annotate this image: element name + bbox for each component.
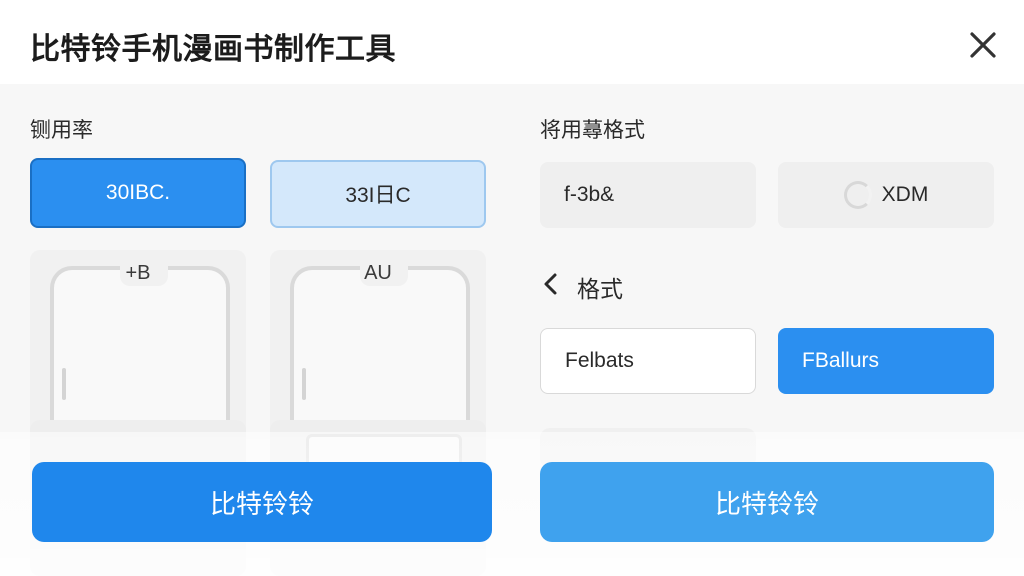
dialog-title: 比特铃手机漫画书制作工具: [30, 33, 396, 66]
right-section-label: 将用蕁格式: [540, 119, 645, 142]
left-option-1-label: 30IBC.: [105, 181, 171, 204]
phone-template-card-1[interactable]: +B: [30, 250, 246, 440]
format-label: 格式: [577, 276, 623, 302]
close-icon: [970, 32, 996, 58]
right-option-1-label: f-3b&: [564, 183, 615, 206]
phone-frame: [50, 266, 230, 430]
format-option-1-label: Felbats: [565, 349, 634, 372]
phone-template-label: +B: [125, 262, 151, 284]
primary-action-label: 比特铃铃: [209, 488, 314, 519]
secondary-action-button[interactable]: 比特铃铃: [540, 462, 994, 542]
back-button[interactable]: [540, 270, 562, 298]
left-section-label: 铡用率: [30, 119, 93, 142]
secondary-action-label: 比特铃铃: [714, 488, 819, 519]
phone-template-card-2[interactable]: AU: [270, 250, 486, 440]
left-option-2[interactable]: 33I日C: [270, 160, 486, 228]
right-option-2-label: XDM: [881, 183, 929, 206]
left-option-1[interactable]: 30IBC.: [30, 158, 246, 228]
left-option-2-label: 33I日C: [345, 184, 411, 207]
phone-side-button: [302, 368, 306, 400]
loading-ring-icon: [843, 181, 872, 209]
right-option-1[interactable]: f-3b&: [540, 162, 756, 228]
dialog-header: 比特铃手机漫画书制作工具: [0, 0, 1024, 84]
right-option-2[interactable]: XDM: [778, 162, 994, 228]
phone-frame: [290, 266, 470, 430]
format-option-2-label: FBallurs: [802, 349, 880, 372]
format-option-1[interactable]: Felbats: [540, 328, 756, 394]
chevron-left-icon: [544, 273, 557, 295]
phone-template-label: AU: [364, 262, 392, 284]
close-button[interactable]: [964, 26, 1002, 64]
format-option-2[interactable]: FBallurs: [778, 328, 994, 394]
phone-side-button: [62, 368, 66, 400]
primary-action-button[interactable]: 比特铃铃: [32, 462, 492, 542]
